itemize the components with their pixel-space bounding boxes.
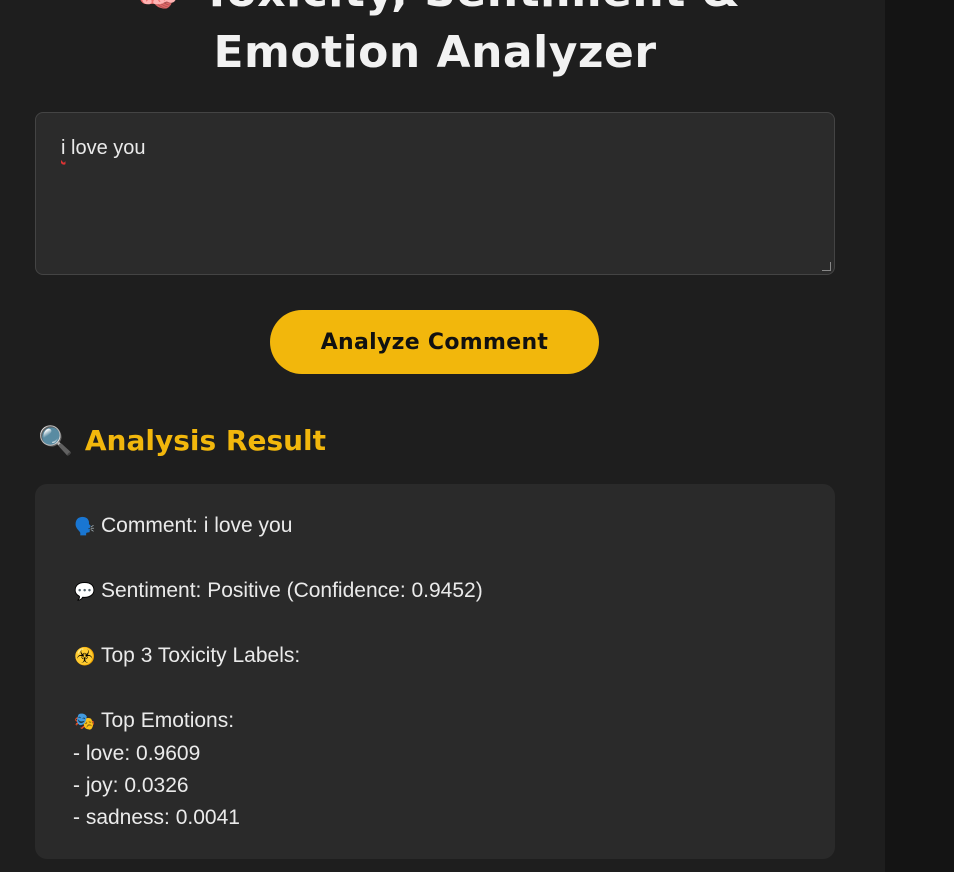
magnifying-glass-icon: 🔍 [38, 424, 73, 457]
emotion-item: - sadness: 0.0041 [73, 806, 240, 829]
emotion-item: - joy: 0.0326 [73, 774, 189, 797]
right-gutter [885, 0, 954, 872]
comment-line: 🗣️ Comment: i love you [73, 510, 483, 543]
analysis-result-heading: 🔍 Analysis Result [38, 424, 326, 457]
analysis-result-title: Analysis Result [84, 424, 327, 457]
theater-masks-icon: 🎭 [74, 712, 96, 731]
sentiment-line: 💬 Sentiment: Positive (Confidence: 0.9452… [73, 575, 482, 608]
analysis-result-body: 🗣️ Comment: i love you 💬 Sentiment: Positi… [73, 510, 483, 834]
emotion-item: - love: 0.9609 [73, 742, 201, 765]
resize-handle[interactable] [822, 262, 831, 271]
comment-input[interactable]: i love you [35, 112, 835, 275]
biohazard-icon: ☣️ [74, 647, 96, 666]
brain-icon: 🧠 [130, 0, 180, 23]
speech-bubble-icon: 💬 [74, 582, 96, 601]
speaking-head-icon: 🗣️ [74, 517, 96, 536]
emotions-heading: 🎭 Top Emotions: [73, 705, 483, 738]
analysis-result-card: 🗣️ Comment: i love you 💬 Sentiment: Positi… [35, 484, 835, 859]
comment-input-rest: love you [65, 137, 146, 159]
toxicity-heading: ☣️ Top 3 Toxicity Labels: [73, 640, 483, 673]
title-line-1: 🧠Toxicity, Sentiment & [0, 0, 870, 23]
analyze-comment-button[interactable]: Analyze Comment [270, 310, 599, 374]
page-title: 🧠Toxicity, Sentiment & Emotion Analyzer [0, 0, 870, 83]
title-line-2: Emotion Analyzer [213, 27, 657, 78]
